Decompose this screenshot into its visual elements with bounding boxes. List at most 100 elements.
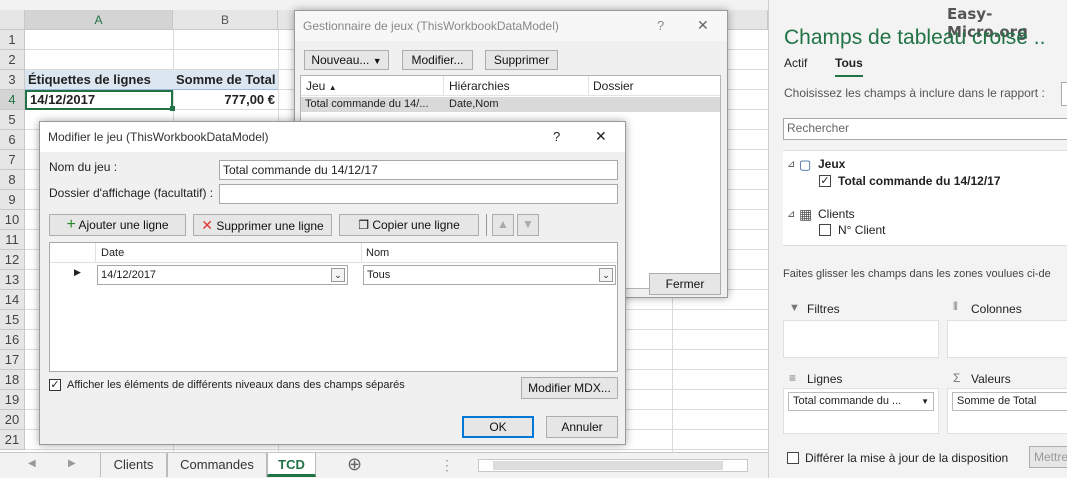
select-all-corner[interactable] [0, 10, 25, 30]
row-header[interactable]: 5 [0, 110, 25, 130]
values-zone[interactable]: Somme de Total [947, 388, 1067, 434]
folder-input[interactable] [219, 184, 618, 204]
rows-zone[interactable]: Total commande du ... ▼ [783, 388, 939, 434]
field-list[interactable]: ⊿ ▢ Jeux ✓ Total commande du 14/12/17 ⊿ … [783, 150, 1067, 246]
move-up-icon[interactable]: ▲ [492, 214, 514, 236]
date-combo[interactable]: 14/12/2017 ⌄ [97, 265, 348, 285]
row-header[interactable]: 3 [0, 70, 25, 90]
copy-row-button[interactable]: ❐ Copier une ligne [339, 214, 479, 236]
set-name-input[interactable]: Total commande du 14/12/17 [219, 160, 618, 180]
add-sheet-icon[interactable]: ⊕ [347, 454, 362, 475]
column-header-hierarchies[interactable]: Hiérarchies [449, 79, 510, 93]
move-down-icon[interactable]: ▼ [517, 214, 539, 236]
column-header-jeu[interactable]: Jeu ▲ [306, 79, 337, 93]
values-zone-label: Valeurs [971, 372, 1011, 386]
row-header[interactable]: 11 [0, 230, 25, 250]
column-header-a[interactable]: A [25, 10, 173, 30]
columns-zone[interactable] [947, 320, 1067, 358]
row-header[interactable]: 4 [0, 90, 25, 110]
row-header[interactable]: 1 [0, 30, 25, 50]
row-header[interactable]: 20 [0, 410, 25, 430]
set-rows-grid[interactable]: Date Nom ▶ 14/12/2017 ⌄ Tous ⌄ [49, 242, 618, 372]
add-row-label: Ajouter une ligne [78, 218, 169, 232]
scrollbar-thumb[interactable] [493, 461, 723, 470]
row-header[interactable]: 14 [0, 290, 25, 310]
update-button[interactable]: Mettre [1029, 446, 1067, 468]
column-header-dossier[interactable]: Dossier [593, 79, 634, 93]
sheet-tab-bar: ◀ ▶ Clients Commandes TCD ⊕ ⋮ [0, 452, 768, 478]
row-header[interactable]: 2 [0, 50, 25, 70]
scroll-left-icon[interactable]: ◀ [28, 458, 36, 469]
field-search-input[interactable]: Rechercher [783, 118, 1067, 140]
client-item-label[interactable]: N° Client [838, 223, 885, 237]
defer-update-checkbox[interactable] [787, 452, 799, 464]
cell-a4-selected[interactable]: 14/12/2017 [25, 90, 173, 110]
sheet-tab-clients[interactable]: Clients [100, 453, 167, 477]
row-header[interactable]: 9 [0, 190, 25, 210]
row-header[interactable]: 7 [0, 150, 25, 170]
grid-col-nom: Nom [366, 247, 390, 259]
collapse-icon[interactable]: ⊿ [787, 209, 795, 220]
dropdown-arrow-icon[interactable]: ▼ [921, 393, 929, 410]
chevron-down-icon[interactable]: ⌄ [331, 268, 345, 282]
add-row-button[interactable]: + Ajouter une ligne [49, 214, 186, 236]
set-item-label[interactable]: Total commande du 14/12/17 [838, 174, 1001, 188]
close-button[interactable]: Fermer [649, 273, 721, 295]
column-jeu-label: Jeu [306, 79, 326, 93]
row-header[interactable]: 18 [0, 370, 25, 390]
close-icon[interactable]: ✕ [697, 17, 709, 34]
separate-levels-checkbox[interactable]: ✓ [49, 379, 61, 391]
collapse-icon[interactable]: ⊿ [787, 159, 795, 170]
cell-a3[interactable]: Étiquettes de lignes [25, 70, 173, 90]
values-field-chip[interactable]: Somme de Total [952, 392, 1067, 411]
gridline [25, 449, 768, 450]
filters-zone[interactable] [783, 320, 939, 358]
row-header[interactable]: 19 [0, 390, 25, 410]
new-set-label: Nouveau... [311, 53, 370, 67]
client-item-checkbox[interactable] [819, 224, 831, 236]
help-icon[interactable]: ? [553, 129, 560, 144]
cell-b4[interactable]: 777,00 € [173, 90, 278, 110]
folder-label: Dossier d'affichage (facultatif) : [49, 186, 214, 200]
field-group-clients[interactable]: Clients [818, 207, 855, 221]
row-header[interactable]: 15 [0, 310, 25, 330]
row-header[interactable]: 16 [0, 330, 25, 350]
rows-field-chip[interactable]: Total commande du ... ▼ [788, 392, 934, 411]
row-header[interactable]: 17 [0, 350, 25, 370]
nom-combo[interactable]: Tous ⌄ [363, 265, 616, 285]
set-item-checkbox[interactable]: ✓ [819, 175, 831, 187]
row-header[interactable]: 6 [0, 130, 25, 150]
delete-row-button[interactable]: ✕ Supprimer une ligne [193, 214, 332, 236]
new-set-button[interactable]: Nouveau... ▼ [304, 50, 389, 70]
row-header[interactable]: 10 [0, 210, 25, 230]
chevron-down-icon[interactable]: ⌄ [599, 268, 613, 282]
help-icon[interactable]: ? [657, 18, 664, 33]
sheet-tab-commandes[interactable]: Commandes [167, 453, 267, 477]
scroll-right-icon[interactable]: ▶ [68, 458, 76, 469]
column-header-b[interactable]: B [173, 10, 278, 30]
set-row-hierarchies: Date,Nom [449, 98, 499, 110]
ok-button[interactable]: OK [462, 416, 534, 438]
tools-gear-button[interactable] [1061, 82, 1067, 106]
columns-zone-label: Colonnes [971, 302, 1022, 316]
divider [588, 76, 589, 96]
copy-icon: ❐ [358, 218, 369, 232]
horizontal-scrollbar[interactable] [478, 459, 748, 472]
set-row-selected[interactable]: Total commande du 14/... Date,Nom [301, 97, 720, 112]
field-group-jeux[interactable]: Jeux [818, 157, 845, 171]
row-header[interactable]: 21 [0, 430, 25, 450]
sheet-tab-tcd[interactable]: TCD [267, 453, 316, 477]
splitter-icon[interactable]: ⋮ [440, 457, 454, 474]
tab-tous[interactable]: Tous [835, 56, 863, 77]
close-icon[interactable]: ✕ [595, 128, 607, 145]
edit-set-button[interactable]: Modifier... [402, 50, 473, 70]
cancel-button[interactable]: Annuler [546, 416, 618, 438]
row-header[interactable]: 8 [0, 170, 25, 190]
edit-mdx-button[interactable]: Modifier MDX... [521, 377, 618, 399]
cell-b3[interactable]: Somme de Total [173, 70, 278, 90]
row-header[interactable]: 12 [0, 250, 25, 270]
rows-icon: ≡ [789, 371, 797, 385]
delete-set-button[interactable]: Supprimer [485, 50, 558, 70]
tab-actif[interactable]: Actif [784, 56, 807, 70]
row-header[interactable]: 13 [0, 270, 25, 290]
